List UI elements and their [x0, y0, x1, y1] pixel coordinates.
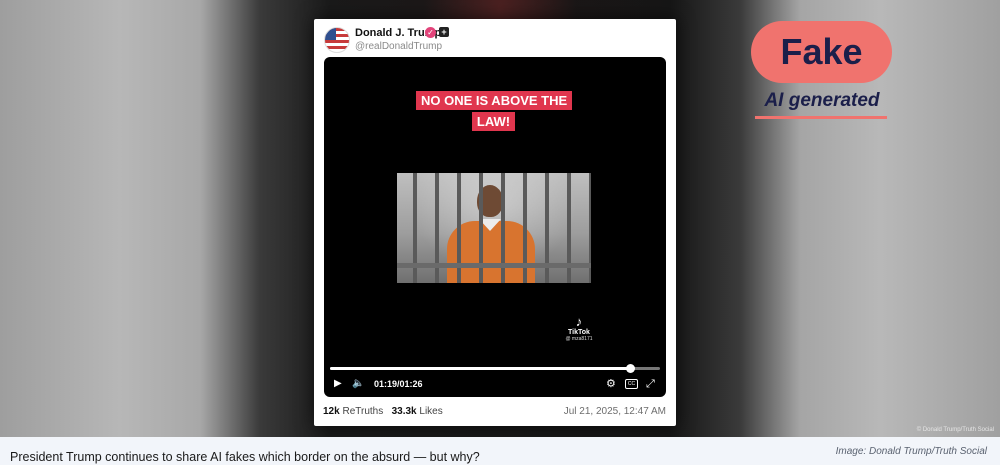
settings-icon[interactable]: ⚙: [606, 378, 616, 390]
video-caption-overlay: NO ONE IS ABOVE THE LAW!: [416, 90, 573, 132]
truth-social-post-card: Donald J. Trump ✓ + @realDonaldTrump NO …: [314, 19, 676, 426]
jail-cell-image: [397, 173, 591, 283]
captions-icon[interactable]: CC: [625, 379, 638, 389]
fullscreen-icon[interactable]: ⤢: [646, 378, 655, 390]
image-credit: Image: Donald Trump/Truth Social: [835, 446, 987, 457]
article-hero-image: Donald J. Trump ✓ + @realDonaldTrump NO …: [0, 0, 1000, 437]
time-readout: 01:19/01:26: [374, 379, 423, 389]
tiktok-logo-icon: ♪: [575, 314, 583, 329]
cell-bar-rail: [397, 263, 591, 268]
fake-badge: Fake: [751, 21, 892, 83]
retruths-count: 12k: [323, 406, 340, 417]
image-caption-bar: President Trump continues to share AI fa…: [0, 437, 1000, 465]
tiktok-handle: @ mza8171: [565, 336, 593, 342]
verified-badge-icon: ✓: [425, 27, 436, 38]
video-player[interactable]: NO ONE IS ABOVE THE LAW! ♪ TikTok @ mza8…: [324, 57, 666, 397]
progress-thumb[interactable]: [626, 364, 636, 373]
image-credit-overlay: © Donald Trump/Truth Social: [916, 427, 994, 433]
post-stats: 12k ReTruths 33.3k Likes: [323, 406, 443, 417]
retruths-label[interactable]: ReTruths: [342, 406, 383, 417]
progress-fill: [330, 367, 631, 370]
post-timestamp: Jul 21, 2025, 12:47 AM: [563, 406, 666, 417]
video-caption-text: NO ONE IS ABOVE THE LAW!: [416, 91, 573, 131]
ai-generated-underline: [755, 116, 887, 119]
play-icon[interactable]: ▶: [334, 378, 342, 390]
author-handle: @realDonaldTrump: [355, 41, 443, 52]
likes-label[interactable]: Likes: [419, 406, 442, 417]
author-avatar: [324, 27, 350, 53]
video-progress-bar[interactable]: [330, 364, 660, 373]
ai-generated-label: AI generated: [764, 90, 880, 111]
volume-icon[interactable]: 🔈: [352, 378, 364, 390]
tiktok-watermark: ♪ TikTok @ mza8171: [564, 314, 594, 343]
image-caption: President Trump continues to share AI fa…: [10, 450, 480, 464]
tiktok-label: TikTok: [568, 329, 590, 336]
likes-count: 33.3k: [391, 406, 417, 417]
plus-badge-icon: +: [439, 27, 449, 37]
